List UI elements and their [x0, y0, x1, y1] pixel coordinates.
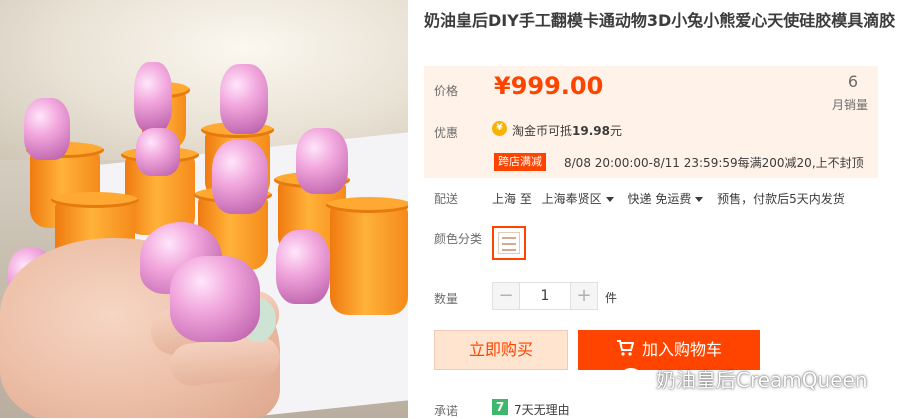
- ship-note: 预售，付款后5天内发货: [717, 192, 845, 206]
- color-option-swatch[interactable]: [492, 226, 526, 260]
- pink-figure: [136, 128, 180, 176]
- pink-figure: [220, 64, 268, 134]
- monthly-sales-count: 6: [847, 72, 858, 91]
- coin-prefix: 淘金币可抵: [512, 124, 573, 138]
- swatch-line: [502, 243, 516, 245]
- coin-suffix: 元: [609, 124, 622, 138]
- promo-label: 优惠: [434, 126, 459, 140]
- product-image[interactable]: [0, 0, 408, 418]
- quantity-input[interactable]: 1: [520, 282, 570, 310]
- quantity-stepper: − 1 +: [492, 282, 598, 310]
- swatch-line: [502, 249, 516, 251]
- quantity-label: 数量: [434, 292, 459, 306]
- pink-figure-held: [170, 256, 260, 342]
- cross-store-discount-badge: 跨店满减: [494, 153, 546, 171]
- price-label: 价格: [434, 84, 459, 98]
- pink-figure: [24, 98, 70, 160]
- product-title: 奶油皇后DIY手工翻模卡通动物3D小兔小熊爱心天使硅胶模具滴胶: [424, 11, 896, 30]
- shipping-label: 配送: [434, 192, 459, 206]
- shipping-row: 上海 至 上海奉贤区 快递 免运费 预售，付款后5天内发货: [492, 190, 845, 207]
- chevron-down-icon: [695, 197, 704, 202]
- ship-from: 上海 至: [492, 192, 532, 206]
- pink-figure: [212, 140, 268, 214]
- ship-method-select[interactable]: 快递 免运费: [628, 192, 714, 206]
- chevron-down-icon: [605, 197, 614, 202]
- quantity-decrease-button[interactable]: −: [492, 282, 520, 310]
- quantity-unit: 件: [605, 291, 618, 305]
- promise-label: 承诺: [434, 404, 459, 418]
- coin-icon: ¥: [492, 121, 507, 136]
- swatch-thumbnail: [498, 232, 520, 254]
- discount-detail: 8/08 20:00:00-8/11 23:59:59每满200减20,上不封顶: [564, 156, 864, 170]
- product-detail-panel: 奶油皇后DIY手工翻模卡通动物3D小兔小熊爱心天使硅胶模具滴胶 价格 ¥999.…: [418, 0, 912, 418]
- watermark-text: 奶油皇后CreamQueen: [656, 368, 868, 392]
- swatch-line: [502, 237, 516, 239]
- wechat-icon: [620, 367, 650, 396]
- buy-now-button[interactable]: 立即购买: [434, 330, 568, 370]
- coin-offer[interactable]: 淘金币可抵19.98元: [512, 122, 622, 139]
- color-label: 颜色分类: [434, 232, 483, 246]
- monthly-sales-label: 月销量: [831, 98, 868, 112]
- pink-figure: [296, 128, 348, 194]
- pink-figure: [134, 62, 172, 132]
- quantity-increase-button[interactable]: +: [570, 282, 598, 310]
- orange-cup: [326, 197, 408, 315]
- pink-figure: [276, 230, 330, 304]
- coin-amount: 19.98: [572, 124, 610, 138]
- price-value: ¥999.00: [494, 72, 604, 100]
- ship-to-select[interactable]: 上海奉贤区: [542, 192, 624, 206]
- add-to-cart-label: 加入购物车: [641, 340, 722, 359]
- watermark: 奶油皇后CreamQueen: [620, 364, 868, 396]
- ship-to: 上海奉贤区: [541, 192, 602, 206]
- seven-day-return-text[interactable]: 7天无理由: [514, 401, 570, 418]
- price-box: 价格 ¥999.00 6 月销量 优惠 ¥ 淘金币可抵19.98元 跨店满减 8…: [424, 66, 878, 178]
- seven-day-return-icon: 7: [492, 399, 508, 415]
- ship-method: 快递 免运费: [627, 192, 692, 206]
